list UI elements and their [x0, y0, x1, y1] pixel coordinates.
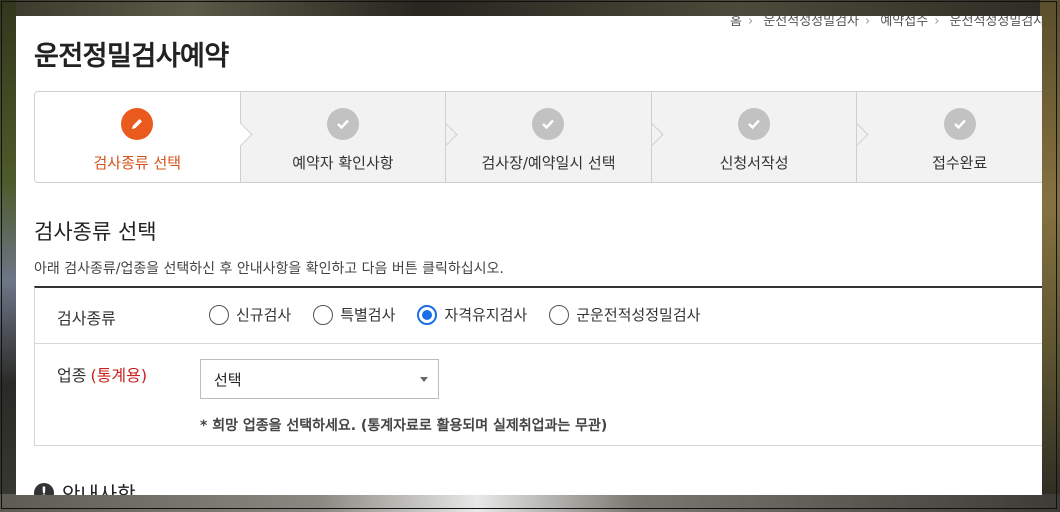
pencil-icon — [121, 108, 154, 140]
check-icon — [738, 108, 771, 140]
exclamation-circle-icon: ! — [34, 482, 54, 495]
step-applicant-check: 예약자 확인사항 — [241, 92, 458, 182]
radio-special-exam[interactable]: 특별검사 — [313, 304, 395, 325]
industry-required-note: (통계용) — [90, 366, 148, 385]
breadcrumb-home[interactable]: 홈 — [730, 16, 742, 29]
caret-down-icon[interactable] — [420, 377, 428, 382]
step-label: 신청서작성 — [719, 154, 789, 172]
breadcrumb-item[interactable]: 예약접수 — [880, 16, 928, 29]
background-right-strip — [1040, 0, 1060, 512]
section-title: 검사종류 선택 — [34, 220, 157, 244]
exam-type-radio-group: 신규검사 특별검사 자격유지검사 군운전적성정밀검사 — [209, 304, 722, 325]
radio-label[interactable]: 자격유지검사 — [444, 304, 527, 325]
step-label: 접수완료 — [932, 154, 988, 172]
exam-type-row: 검사종류 신규검사 특별검사 자격유지검사 군운전적성정밀검사 — [35, 288, 1042, 344]
radio-button[interactable] — [313, 304, 334, 325]
step-label: 예약자 확인사항 — [292, 154, 394, 172]
radio-label[interactable]: 군운전적성정밀검사 — [576, 304, 700, 325]
step-indicator: 검사종류 선택 예약자 확인사항 검사장/예약일시 선택 신청서작성 접수완료 — [34, 91, 1042, 183]
chevron-right-icon: › — [747, 16, 754, 29]
background-left-strip — [0, 0, 16, 512]
breadcrumb: 홈 › 운전적성정밀검사 › 예약접수 › 운전적성정밀검사 — [730, 16, 1042, 29]
step-select-place-time: 검사장/예약일시 선택 — [446, 92, 664, 182]
step-label: 검사장/예약일시 선택 — [481, 154, 616, 172]
step-label: 검사종류 선택 — [93, 154, 182, 172]
chevron-right-icon: › — [934, 16, 940, 29]
radio-button[interactable] — [549, 304, 570, 325]
breadcrumb-item[interactable]: 운전적성정밀검사 — [763, 16, 859, 29]
step-select-type: 검사종류 선택 — [35, 92, 253, 182]
industry-hint: * 희망 업종을 선택하세요. (통계자료로 활용되며 실제취업과는 무관) — [200, 418, 608, 434]
check-icon — [326, 108, 359, 140]
radio-button-checked[interactable] — [417, 304, 438, 325]
background-bottom-strip — [0, 494, 1060, 512]
page-title: 운전정밀검사예약 — [34, 41, 229, 72]
reservation-panel: 홈 › 운전적성정밀검사 › 예약접수 › 운전적성정밀검사 운전정밀검사예약 검사종… — [16, 16, 1042, 495]
radio-qualification-exam[interactable]: 자격유지검사 — [417, 304, 527, 325]
check-icon — [532, 108, 565, 140]
industry-select[interactable]: 선택 — [200, 359, 439, 399]
radio-label[interactable]: 특별검사 — [340, 304, 395, 325]
check-icon — [943, 108, 976, 140]
industry-label-text: 업종 — [57, 366, 87, 385]
selection-form: 검사종류 신규검사 특별검사 자격유지검사 군운전적성정밀검사 업종 (통계용)… — [34, 286, 1042, 446]
guide-header: ! 안내사항 — [34, 478, 136, 495]
step-complete: 접수완료 — [857, 92, 1042, 182]
industry-label: 업종 (통계용) — [57, 362, 147, 386]
exam-type-label: 검사종류 — [57, 309, 116, 328]
radio-button[interactable] — [209, 304, 229, 325]
radio-label[interactable]: 신규검사 — [236, 304, 291, 325]
radio-military-exam[interactable]: 군운전적성정밀검사 — [549, 304, 700, 325]
breadcrumb-current: 운전적성정밀검사 — [949, 16, 1042, 29]
chevron-right-icon: › — [865, 16, 871, 29]
radio-new-exam[interactable]: 신규검사 — [209, 304, 291, 325]
guide-title: 안내사항 — [62, 482, 136, 495]
section-description: 아래 검사종류/업종을 선택하신 후 안내사항을 확인하고 다음 버튼 클릭하십… — [34, 261, 504, 277]
step-application-form: 신청서작성 — [652, 92, 869, 182]
industry-select-value[interactable]: 선택 — [214, 369, 242, 390]
